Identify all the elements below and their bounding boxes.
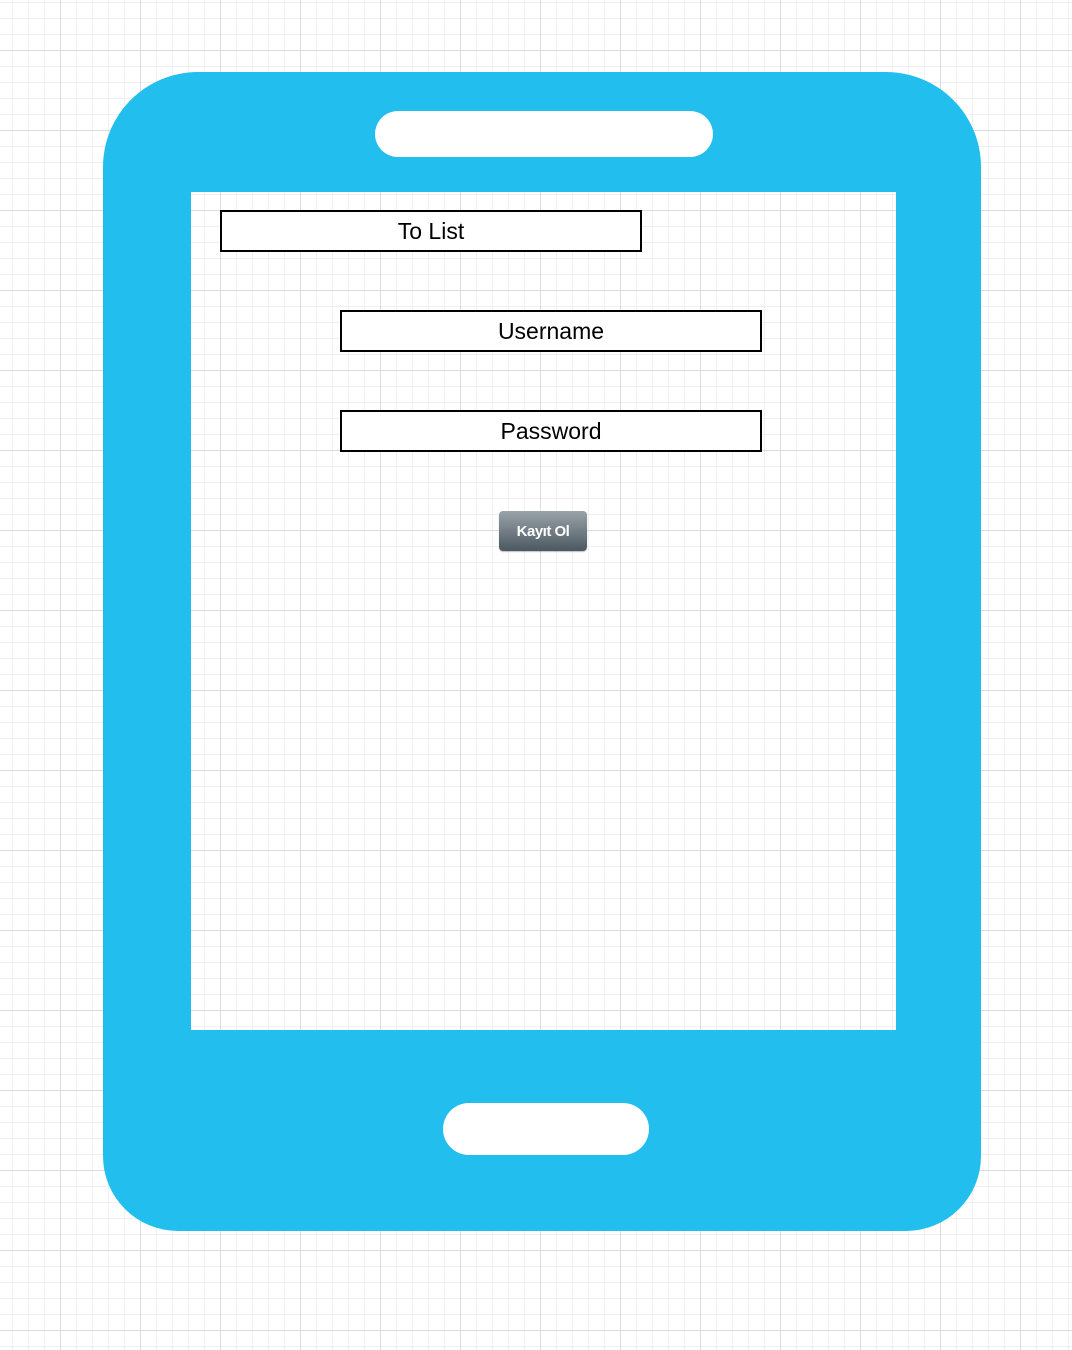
home-button[interactable] bbox=[443, 1103, 649, 1155]
username-field[interactable]: Username bbox=[340, 310, 762, 352]
page-title: To List bbox=[220, 210, 642, 252]
device-screen: To List Username Password Kayıt Ol bbox=[191, 192, 896, 1030]
speaker-slot bbox=[375, 111, 713, 157]
register-button[interactable]: Kayıt Ol bbox=[499, 511, 587, 551]
password-field[interactable]: Password bbox=[340, 410, 762, 452]
tablet-device-frame: To List Username Password Kayıt Ol bbox=[103, 72, 981, 1231]
